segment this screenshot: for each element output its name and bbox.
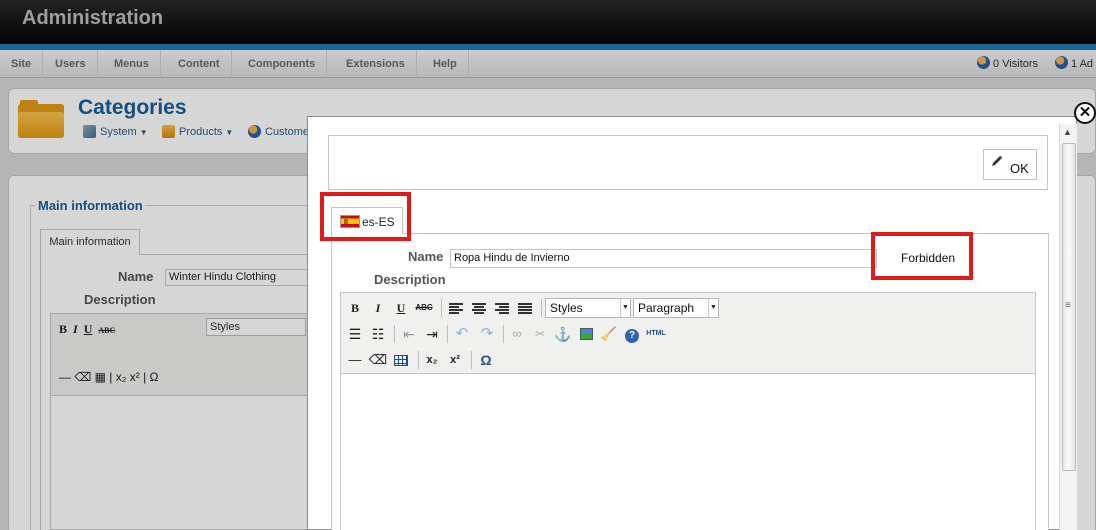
- toolbar-separator: [503, 325, 504, 343]
- ok-button[interactable]: OK: [983, 149, 1037, 180]
- toolbar-separator: [447, 325, 448, 343]
- cleanup-button[interactable]: 🧹: [599, 324, 619, 344]
- bullet-list-button[interactable]: ☰: [345, 324, 365, 344]
- chevron-down-icon: ▼: [708, 299, 718, 317]
- pen-icon: [992, 155, 1003, 166]
- table-icon: [394, 355, 408, 366]
- outdent-button[interactable]: ⇤: [399, 324, 419, 344]
- image-icon: [579, 328, 593, 340]
- toolbar-separator: [441, 299, 442, 317]
- redo-button[interactable]: ↷: [477, 324, 497, 344]
- anchor-button[interactable]: ⚓: [553, 324, 573, 344]
- align-right-icon: [495, 303, 509, 314]
- toolbar-separator: [471, 351, 472, 369]
- format-select[interactable]: Paragraph ▼: [633, 298, 719, 318]
- numbered-list-button[interactable]: ☷: [368, 324, 388, 344]
- toolbar-separator: [394, 325, 395, 343]
- align-left-button[interactable]: [446, 298, 466, 318]
- html-button[interactable]: HTML: [645, 324, 667, 344]
- italic-button[interactable]: I: [368, 298, 388, 318]
- special-char-button[interactable]: Ω: [476, 350, 496, 370]
- scroll-up-icon[interactable]: ▲: [1063, 127, 1072, 137]
- highlight-box-forbidden: [871, 232, 973, 280]
- modal-toolbar: [328, 135, 1048, 190]
- modal-scrollbar[interactable]: ▲ ≡: [1059, 124, 1077, 530]
- close-icon[interactable]: ✕: [1074, 102, 1096, 124]
- strikethrough-button[interactable]: ABC: [414, 298, 434, 318]
- scroll-grip-icon: ≡: [1065, 300, 1071, 311]
- styles-select[interactable]: Styles ▼: [545, 298, 631, 318]
- indent-button[interactable]: ⇥: [422, 324, 442, 344]
- help-icon: ?: [625, 329, 639, 343]
- underline-button[interactable]: U: [391, 298, 411, 318]
- undo-button[interactable]: ↶: [452, 324, 472, 344]
- toolbar-separator: [418, 351, 419, 369]
- table-button[interactable]: [391, 350, 411, 370]
- image-button[interactable]: [576, 324, 596, 344]
- name-label: Name: [408, 249, 444, 264]
- link-button[interactable]: ∞: [507, 324, 527, 344]
- unlink-button[interactable]: ✂: [530, 324, 550, 344]
- align-center-icon: [472, 303, 486, 314]
- align-left-icon: [449, 303, 463, 314]
- align-justify-icon: [518, 303, 532, 314]
- help-button[interactable]: ?: [622, 324, 642, 344]
- justify-button[interactable]: [515, 298, 535, 318]
- toolbar-separator: [541, 299, 542, 317]
- highlight-box-language-tab: [320, 192, 411, 241]
- horizontal-rule-button[interactable]: —: [345, 350, 365, 370]
- eraser-button[interactable]: ⌫: [368, 350, 388, 370]
- superscript-button[interactable]: x²: [445, 350, 465, 370]
- align-right-button[interactable]: [492, 298, 512, 318]
- name-input[interactable]: Ropa Hindu de Invierno: [450, 249, 877, 268]
- subscript-button[interactable]: x₂: [422, 350, 442, 370]
- align-center-button[interactable]: [469, 298, 489, 318]
- chevron-down-icon: ▼: [620, 299, 630, 317]
- description-label: Description: [374, 272, 446, 287]
- bold-button[interactable]: B: [345, 298, 365, 318]
